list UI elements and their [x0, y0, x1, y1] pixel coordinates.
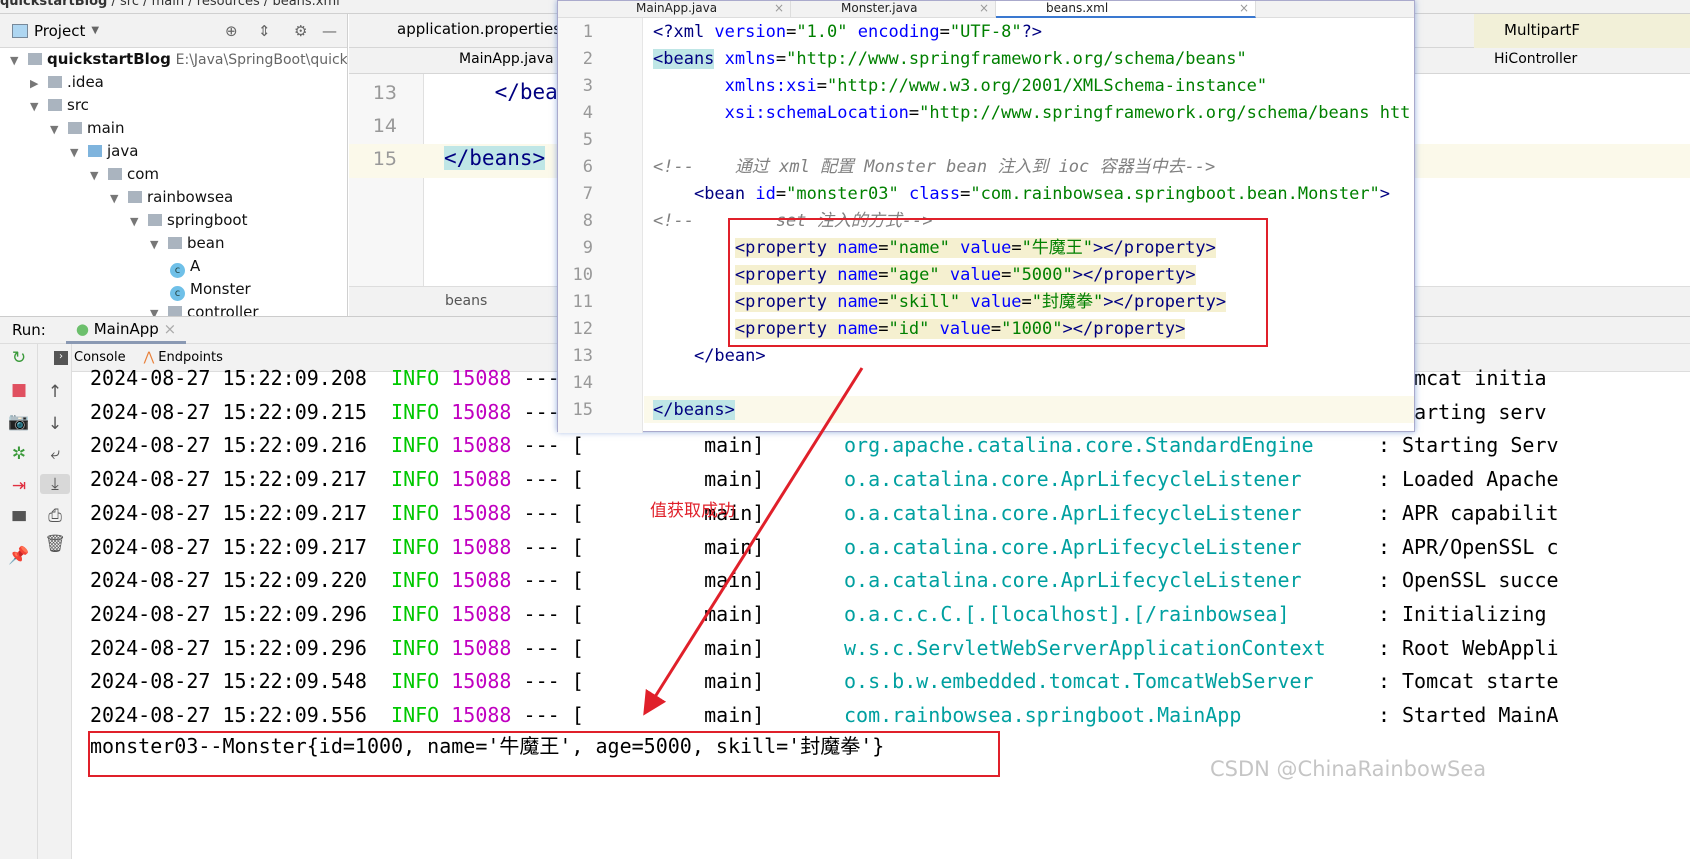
watermark: CSDN @ChinaRainbowSea — [1210, 757, 1487, 781]
annotation-text: 值获取成功 — [650, 501, 735, 521]
annotation-arrow — [643, 367, 864, 716]
arrow-line — [643, 367, 864, 716]
